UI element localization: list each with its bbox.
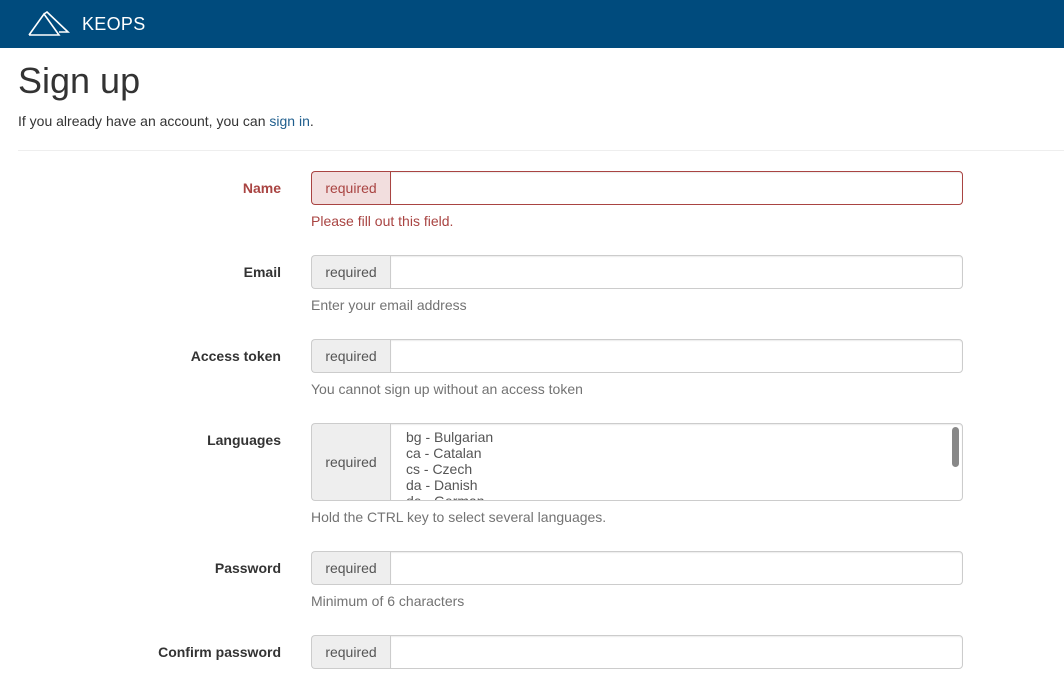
navbar: KEOPS <box>0 0 1064 48</box>
required-addon: required <box>311 635 390 669</box>
name-row: Name required Please fill out this field… <box>18 171 1064 255</box>
divider <box>18 150 1064 151</box>
password-input[interactable] <box>390 551 963 585</box>
page-title: Sign up <box>18 60 141 101</box>
access-token-input[interactable] <box>390 339 963 373</box>
signin-prompt-suffix: . <box>309 113 314 129</box>
main-content: Sign up If you already have an account, … <box>0 61 1064 691</box>
language-option[interactable]: ca - Catalan <box>403 445 950 461</box>
confirm-password-row: Confirm password required <box>18 635 1064 691</box>
required-addon: required <box>311 339 390 373</box>
language-option[interactable]: da - Danish <box>403 477 950 493</box>
required-addon: required <box>311 423 390 501</box>
signin-prompt: If you already have an account, you can … <box>18 113 1064 129</box>
email-row: Email required Enter your email address <box>18 255 1064 339</box>
brand-name[interactable]: KEOPS <box>82 14 146 35</box>
required-addon: required <box>311 255 390 289</box>
name-label: Name <box>242 180 281 196</box>
password-label: Password <box>214 560 281 576</box>
email-input[interactable] <box>390 255 963 289</box>
name-error-message: Please fill out this field. <box>311 213 454 229</box>
required-addon: required <box>311 551 390 585</box>
access-token-label: Access token <box>190 348 281 364</box>
language-option[interactable]: cs - Czech <box>403 461 950 477</box>
mountains-icon[interactable] <box>28 11 70 37</box>
sign-in-link[interactable]: sign in <box>269 113 309 129</box>
password-row: Password required Minimum of 6 character… <box>18 551 1064 635</box>
name-input[interactable] <box>390 171 963 205</box>
email-help: Enter your email address <box>311 297 467 313</box>
languages-label: Languages <box>207 432 281 448</box>
signin-prompt-text: If you already have an account, you can <box>18 113 270 129</box>
email-label: Email <box>243 264 281 280</box>
languages-row: Languages required bg - Bulgarian ca - C… <box>18 423 1064 551</box>
languages-help: Hold the CTRL key to select several lang… <box>311 509 607 525</box>
languages-select[interactable]: bg - Bulgarian ca - Catalan cs - Czech d… <box>390 423 963 501</box>
access-token-help: You cannot sign up without an access tok… <box>311 381 583 397</box>
language-option[interactable]: bg - Bulgarian <box>403 429 950 445</box>
confirm-password-input[interactable] <box>390 635 963 669</box>
password-help: Minimum of 6 characters <box>311 593 465 609</box>
language-option[interactable]: de - German <box>403 493 950 500</box>
signup-form: Name required Please fill out this field… <box>18 171 1064 691</box>
access-token-row: Access token required You cannot sign up… <box>18 339 1064 423</box>
required-addon: required <box>311 171 390 205</box>
confirm-password-label: Confirm password <box>158 644 281 660</box>
languages-scrollbar[interactable] <box>952 427 959 467</box>
